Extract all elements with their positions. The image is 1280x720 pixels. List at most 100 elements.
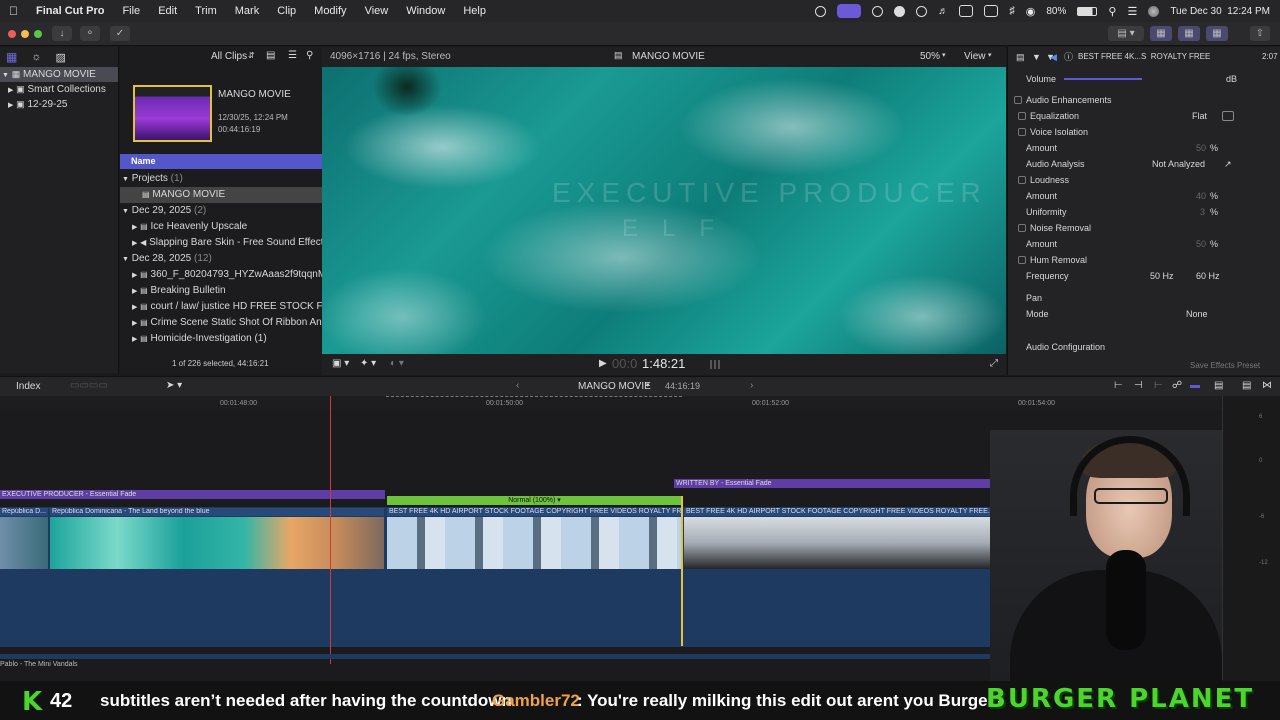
minimize-window-button[interactable]: [21, 30, 29, 38]
list-item[interactable]: ▶ ▤ Ice Heavenly Upscale: [120, 219, 322, 235]
control-center-icon[interactable]: ☰: [1127, 5, 1137, 18]
browser-toggle-button[interactable]: ▦: [1150, 26, 1172, 41]
audio-enhancements-section[interactable]: Audio Enhancements: [1008, 92, 1280, 108]
clip-republica-1[interactable]: [0, 517, 48, 569]
connect-clip-icon[interactable]: ▭▭▭▭: [70, 380, 108, 391]
color-inspector-icon[interactable]: ▼: [1032, 49, 1041, 65]
library-item-smart-collections[interactable]: ▶ ▣ Smart Collections: [0, 82, 118, 97]
vi-amount-value[interactable]: 50: [1196, 140, 1206, 156]
disclosure-open-icon[interactable]: ▼: [2, 72, 9, 79]
status-icon[interactable]: [815, 5, 827, 17]
list-item[interactable]: ▶ ▤ 360_F_80204793_HYZwAaas2f9tqqnMN: [120, 267, 322, 283]
info-icon[interactable]: ⓘ: [1064, 49, 1073, 65]
chevron-down-icon[interactable]: ▾: [557, 497, 561, 504]
disclosure-closed-icon[interactable]: ▶: [132, 336, 137, 343]
chevron-updown-icon[interactable]: ⇵: [248, 51, 255, 60]
pan-mode-dropdown[interactable]: None: [1186, 306, 1208, 322]
play-icon[interactable]: [916, 5, 928, 17]
clip-filter-dropdown[interactable]: All Clips: [211, 51, 247, 62]
disclosure-closed-icon[interactable]: ▶: [8, 87, 13, 94]
transitions-icon[interactable]: ⋈: [1262, 380, 1272, 391]
menu-mark[interactable]: Mark: [226, 5, 268, 17]
edit-point[interactable]: [681, 496, 683, 646]
disclosure-open-icon[interactable]: ▼: [122, 208, 129, 215]
clip-airport-1[interactable]: [387, 517, 682, 569]
voice-isolation-checkbox[interactable]: [1018, 128, 1026, 136]
bluetooth-icon[interactable]: ♯: [1009, 5, 1015, 17]
filmstrip-view-icon[interactable]: ▤: [266, 50, 275, 61]
list-item[interactable]: ▶ ▤ court / law/ justice HD FREE STOCK F…: [120, 299, 322, 315]
inspector-toggle-button[interactable]: ▦: [1206, 26, 1228, 41]
share-button[interactable]: ⇧: [1250, 26, 1270, 41]
back-arrow-icon[interactable]: ‹: [516, 380, 519, 391]
zoom-window-button[interactable]: [34, 30, 42, 38]
headphones-icon[interactable]: ☍: [1172, 380, 1182, 391]
disclosure-closed-icon[interactable]: ▶: [132, 272, 137, 279]
menu-edit[interactable]: Edit: [149, 5, 186, 17]
disclosure-closed-icon[interactable]: ▶: [132, 320, 137, 327]
analyze-icon[interactable]: ↗: [1224, 156, 1232, 172]
menu-clip[interactable]: Clip: [268, 5, 305, 17]
share-layout-button[interactable]: ▤ ▾: [1108, 26, 1144, 41]
noise-removal-checkbox[interactable]: [1018, 224, 1026, 232]
app-menu[interactable]: Final Cut Pro: [27, 5, 113, 17]
photos-tab-icon[interactable]: ☼: [31, 51, 41, 63]
group-projects[interactable]: ▼ Projects (1): [120, 171, 322, 187]
battery-icon[interactable]: [1077, 6, 1098, 16]
audio-inspector-icon[interactable]: ◀: [1050, 49, 1057, 65]
library-item-mango-movie[interactable]: ▼ ▦ MANGO MOVIE: [0, 67, 118, 82]
timeline-project-dropdown[interactable]: MANGO MOVIE: [578, 381, 651, 392]
menu-help[interactable]: Help: [454, 5, 495, 17]
select-tool-icon[interactable]: ➤ ▾: [166, 380, 182, 391]
list-item[interactable]: ▶ ◀ Slapping Bare Skin - Free Sound Effe…: [120, 235, 322, 251]
background-tasks-button[interactable]: ✓: [110, 26, 130, 41]
group-dec-28[interactable]: ▼ Dec 28, 2025 (12): [120, 251, 322, 267]
save-effects-preset-button[interactable]: Save Effects Preset: [1190, 358, 1260, 374]
disclosure-open-icon[interactable]: ▼: [122, 256, 129, 263]
screen-mirror-icon[interactable]: [984, 5, 999, 17]
grid-icon[interactable]: [872, 5, 884, 17]
title-clip[interactable]: EXECUTIVE PRODUCER - Essential Fade: [0, 490, 385, 499]
zoom-out-icon[interactable]: ⊣: [1134, 380, 1143, 391]
disclosure-closed-icon[interactable]: ▶: [8, 102, 13, 109]
hum-removal-checkbox[interactable]: [1018, 256, 1026, 264]
list-item[interactable]: ▶ ▤ Breaking Bulletin: [120, 283, 322, 299]
list-item[interactable]: ▶ ▤ Crime Scene Static Shot Of Ribbon An…: [120, 315, 322, 331]
play-button[interactable]: ▶: [599, 358, 607, 369]
chevron-down-icon[interactable]: ▾: [988, 51, 992, 59]
libraries-tab-icon[interactable]: ▦: [6, 50, 17, 64]
disclosure-closed-icon[interactable]: ▶: [132, 304, 137, 311]
search-icon[interactable]: ⚲: [306, 50, 313, 61]
timeline-toggle-button[interactable]: ▦: [1178, 26, 1200, 41]
menu-modify[interactable]: Modify: [305, 5, 355, 17]
disclosure-open-icon[interactable]: ▼: [122, 176, 129, 183]
disclosure-closed-icon[interactable]: ▶: [132, 288, 137, 295]
clip-republica-2[interactable]: [50, 517, 384, 569]
chevron-down-icon[interactable]: ▾: [942, 51, 946, 59]
freq-60-option[interactable]: 60 Hz: [1196, 268, 1220, 284]
forward-arrow-icon[interactable]: ›: [750, 380, 753, 391]
video-inspector-icon[interactable]: ▤: [1016, 49, 1025, 65]
disclosure-closed-icon[interactable]: ▶: [132, 224, 137, 231]
list-view-icon[interactable]: ☰: [288, 50, 297, 61]
search-icon[interactable]: ⚲: [1108, 5, 1116, 18]
keywords-button[interactable]: ⚬: [80, 26, 100, 41]
apple-icon[interactable]: : [0, 4, 27, 18]
screen-record-icon[interactable]: [837, 4, 862, 18]
equalization-dropdown[interactable]: Flat: [1192, 108, 1207, 124]
volume-value[interactable]: dB: [1226, 71, 1237, 87]
disclosure-closed-icon[interactable]: ▶: [132, 240, 137, 247]
snapping-icon[interactable]: ▬: [1190, 380, 1200, 391]
volume-icon[interactable]: ♬: [938, 6, 948, 17]
loud-amount-value[interactable]: 40: [1196, 188, 1206, 204]
group-dec-29[interactable]: ▼ Dec 29, 2025 (2): [120, 203, 322, 219]
playhead[interactable]: [330, 396, 331, 664]
menu-window[interactable]: Window: [397, 5, 454, 17]
project-thumbnail[interactable]: [133, 85, 212, 142]
display-icon[interactable]: [959, 5, 974, 17]
titles-tab-icon[interactable]: ▨: [55, 51, 65, 64]
clock[interactable]: Tue Dec 30 12:24 PM: [1170, 6, 1270, 17]
list-item[interactable]: ▤ MANGO MOVIE: [120, 187, 322, 203]
viewer-canvas[interactable]: EXECUTIVE PRODUCER ELF: [322, 67, 1006, 354]
siri-icon[interactable]: [1148, 5, 1160, 17]
